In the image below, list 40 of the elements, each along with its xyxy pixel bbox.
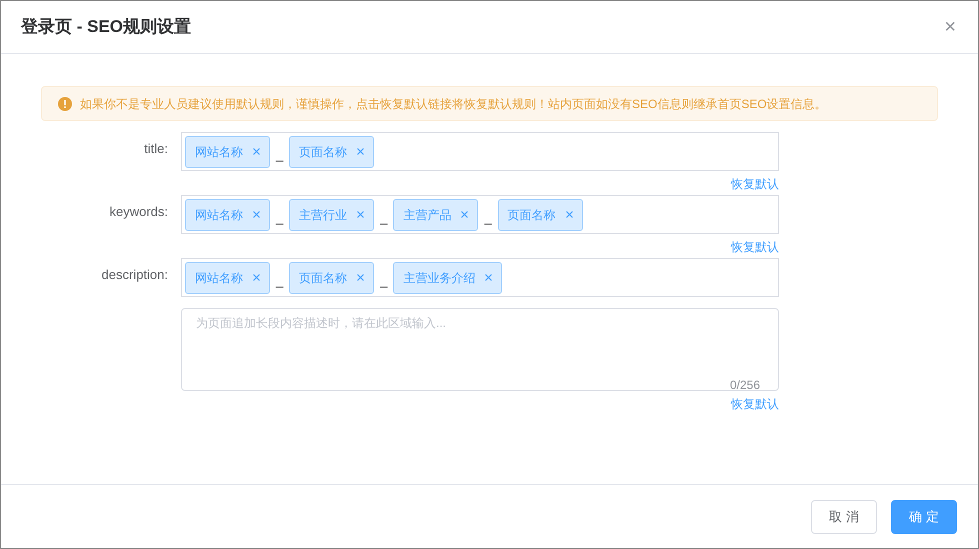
tag: 主营业务介绍 (393, 262, 502, 294)
tag: 页面名称 (498, 198, 583, 230)
alert-text: 如果你不是专业人员建议使用默认规则，谨慎操作，点击恢复默认链接将恢复默认规则！站内页面如没有SEO信息则继承首页SEO设置信息。 (80, 96, 827, 112)
tag: 页面名称 (289, 262, 374, 294)
separator: _ (380, 272, 388, 290)
separator: _ (276, 272, 284, 290)
tag: 网站名称 (185, 136, 270, 168)
separator: _ (276, 208, 284, 227)
close-icon[interactable] (253, 211, 260, 218)
tag: 网站名称 (185, 198, 270, 230)
close-icon[interactable] (253, 274, 260, 281)
close-icon[interactable] (566, 211, 573, 218)
dialog-title: 登录页 - SEO规则设置 (21, 16, 192, 38)
close-icon[interactable] (357, 148, 364, 155)
separator: _ (276, 146, 284, 164)
close-icon[interactable] (253, 148, 260, 155)
close-icon[interactable] (357, 211, 364, 218)
close-button[interactable]: × (944, 17, 956, 37)
close-icon[interactable] (485, 274, 492, 281)
separator: _ (484, 208, 492, 227)
close-icon[interactable] (357, 274, 364, 281)
restore-default-link[interactable]: 恢复默认 (731, 240, 779, 254)
field-label: title: (143, 140, 169, 158)
tag-input[interactable]: 网站名称 _ 主营行业 _ 主营产品 _ 页面名称 (181, 195, 779, 234)
tag-input[interactable]: 网站名称 _ 页面名称 _ 主营业务介绍 (181, 258, 779, 297)
tag: 主营产品 (393, 198, 478, 230)
tag: 页面名称 (289, 136, 374, 168)
tag-input[interactable]: 网站名称 _ 页面名称 (181, 132, 779, 171)
cancel-button[interactable]: 取 消 (811, 500, 877, 534)
separator: _ (380, 208, 388, 227)
restore-default-link[interactable]: 恢复默认 (731, 177, 779, 191)
warning-icon (58, 96, 72, 110)
tag: 网站名称 (185, 262, 270, 294)
close-icon[interactable] (461, 211, 468, 218)
tag: 主营行业 (289, 198, 374, 230)
restore-default-link[interactable]: 恢复默认 (731, 397, 779, 411)
field-label: description: (100, 266, 169, 284)
field-label: keywords: (108, 203, 169, 221)
confirm-button[interactable]: 确 定 (891, 500, 957, 534)
character-counter: 0/256 (730, 377, 760, 394)
